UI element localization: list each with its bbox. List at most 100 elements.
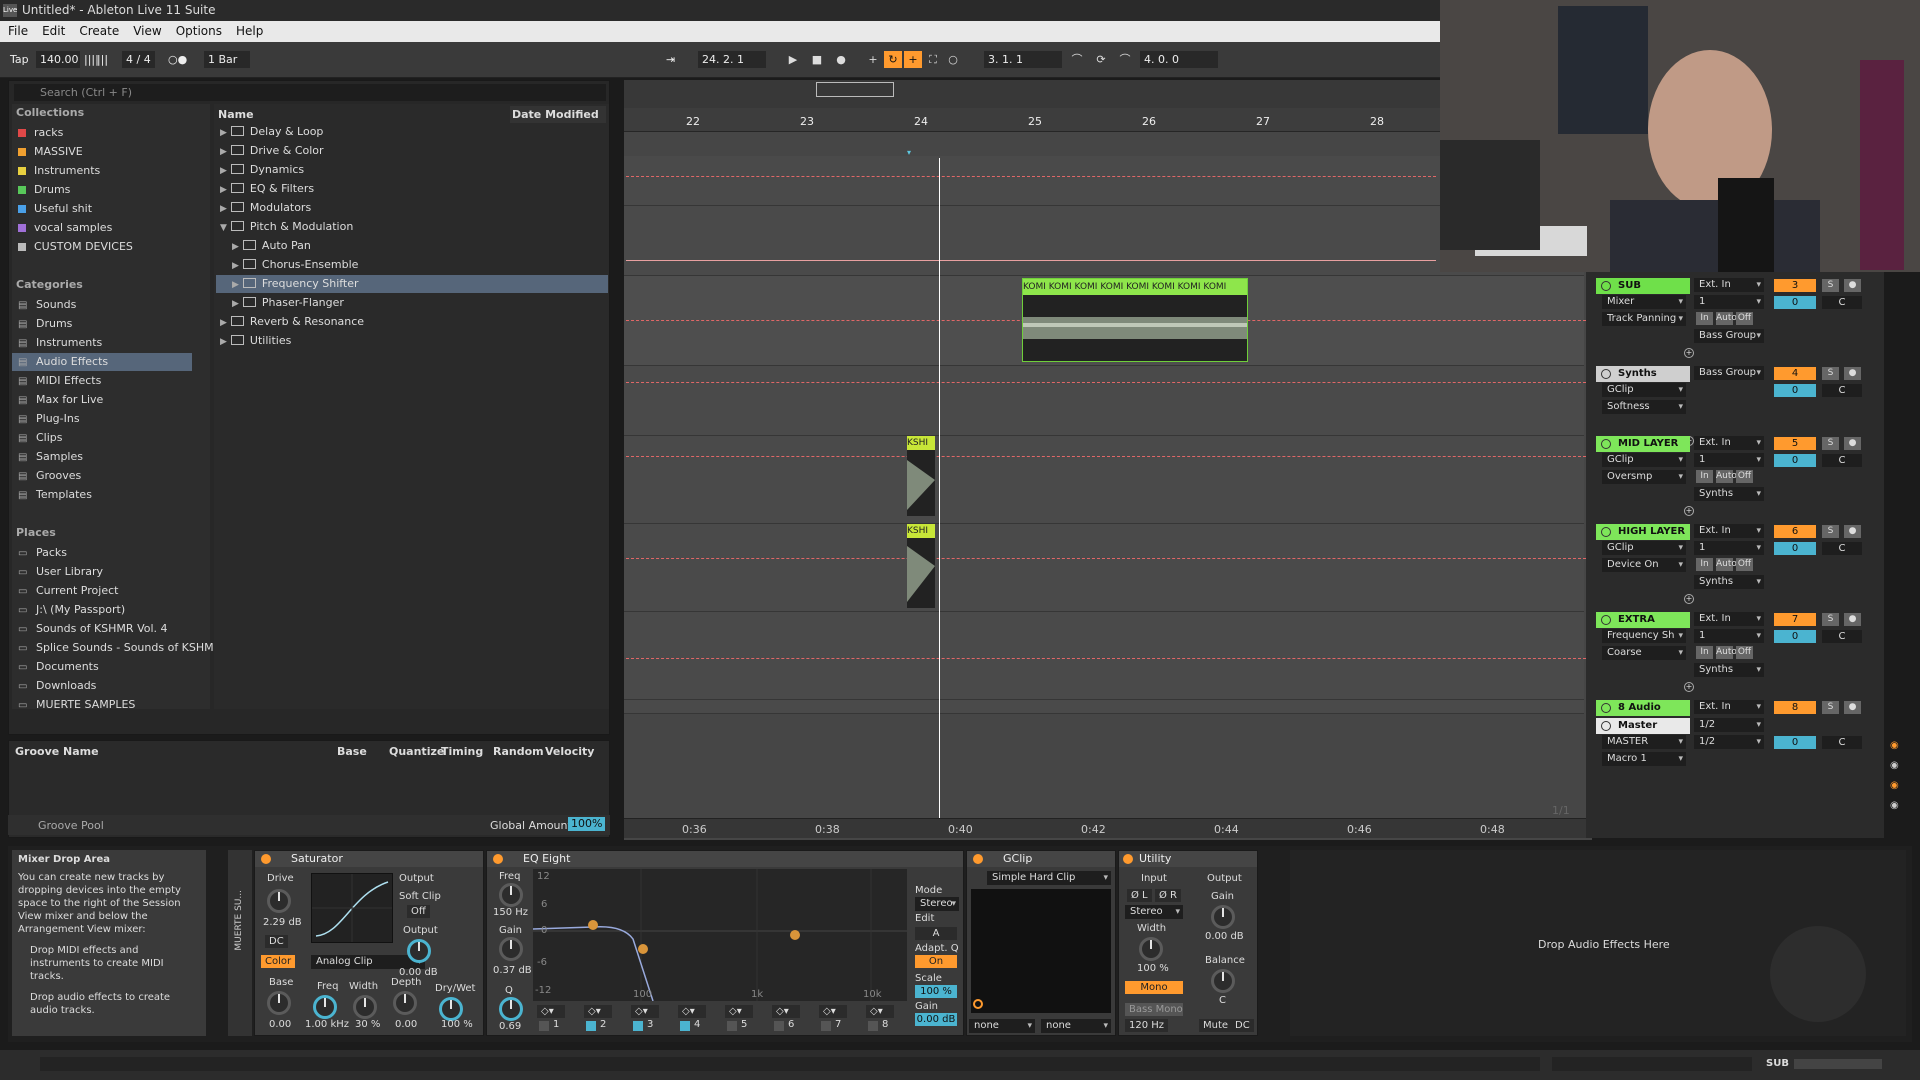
- monitor-auto-button[interactable]: Auto: [1716, 312, 1737, 325]
- parameter-chooser[interactable]: Coarse: [1602, 646, 1686, 660]
- quantize-select[interactable]: 1 Bar: [204, 51, 250, 68]
- solo-button[interactable]: S: [1822, 279, 1839, 292]
- expand-icon[interactable]: ▶: [232, 299, 239, 309]
- solo-button[interactable]: S: [1822, 525, 1839, 538]
- eq-band-point[interactable]: [638, 944, 648, 954]
- eq-filter-type-select[interactable]: ◇▾: [772, 1005, 800, 1018]
- solo-button[interactable]: S: [1822, 613, 1839, 626]
- automation-arm-icon[interactable]: ↻: [884, 51, 902, 68]
- collection-item[interactable]: MASSIVE: [18, 143, 83, 161]
- expand-icon[interactable]: ▶: [232, 261, 239, 271]
- track-activator-button[interactable]: 7: [1774, 613, 1816, 626]
- category-item[interactable]: ▤ Templates: [18, 486, 92, 504]
- mixer-toggle-icon[interactable]: ◉: [1890, 780, 1899, 791]
- depth-knob[interactable]: [393, 991, 417, 1015]
- track-lane-extra[interactable]: [624, 612, 1584, 700]
- file-item[interactable]: ▶ Chorus-Ensemble: [216, 256, 608, 274]
- input-type-select[interactable]: Ext. In: [1694, 524, 1764, 538]
- scale-value[interactable]: 100 %: [915, 985, 957, 998]
- device-chooser[interactable]: Mixer: [1602, 295, 1686, 309]
- loop-start[interactable]: 3. 1. 1: [984, 51, 1062, 68]
- track-lane-high-layer[interactable]: [624, 524, 1584, 612]
- punch-in-icon[interactable]: ⌒: [1068, 51, 1086, 68]
- track-name-header[interactable]: Synths: [1596, 366, 1690, 382]
- file-item[interactable]: ▶ Reverb & Resonance: [216, 313, 608, 331]
- device-power-icon[interactable]: [261, 854, 271, 864]
- file-item[interactable]: ▶ Drive & Color: [216, 142, 608, 160]
- balance-knob[interactable]: [1211, 969, 1235, 993]
- pan-field[interactable]: C: [1822, 454, 1862, 467]
- input-type-select[interactable]: Ext. In: [1694, 700, 1764, 714]
- eq-band-point[interactable]: [790, 930, 800, 940]
- category-item[interactable]: ▤ Instruments: [18, 334, 102, 352]
- track-fold-icon[interactable]: [1601, 721, 1611, 731]
- file-item[interactable]: ▶ Auto Pan: [216, 237, 608, 255]
- eq-band-toggle[interactable]: [821, 1021, 831, 1031]
- track-fold-icon[interactable]: [1601, 369, 1611, 379]
- eq-filter-type-select[interactable]: ◇▾: [819, 1005, 847, 1018]
- rack-chain-bar[interactable]: MUERTE SU...: [228, 850, 252, 1036]
- returns-toggle-icon[interactable]: ◉: [1890, 760, 1899, 771]
- track-fold-icon[interactable]: [1601, 615, 1611, 625]
- volume-field[interactable]: 0: [1774, 736, 1816, 749]
- mode-select[interactable]: Stereo: [915, 897, 959, 911]
- eq-band-point[interactable]: [588, 920, 598, 930]
- overdub-icon[interactable]: +: [864, 51, 882, 68]
- track-name-header[interactable]: 8 Audio: [1596, 700, 1690, 716]
- track-lane-audio[interactable]: [624, 700, 1584, 714]
- category-item[interactable]: ▤ Samples: [18, 448, 83, 466]
- overview-viewport[interactable]: [816, 82, 894, 97]
- eq-band-toggle[interactable]: [680, 1021, 690, 1031]
- phase-right-button[interactable]: Ø R: [1155, 889, 1181, 902]
- column-date-modified[interactable]: Date Modified: [510, 106, 606, 123]
- pan-field[interactable]: C: [1822, 384, 1862, 397]
- monitor-auto-button[interactable]: Auto: [1716, 646, 1737, 659]
- file-item[interactable]: ▶ Delay & Loop: [216, 123, 608, 141]
- expand-icon[interactable]: ▼: [220, 223, 227, 233]
- file-item[interactable]: ▶ Phaser-Flanger: [216, 294, 608, 312]
- input-channel-select[interactable]: 1: [1694, 629, 1764, 643]
- time-signature[interactable]: 4 / 4: [122, 51, 155, 68]
- track-activator-button[interactable]: 3: [1774, 279, 1816, 292]
- arm-button[interactable]: ●: [1844, 701, 1861, 714]
- collection-item[interactable]: racks: [18, 124, 63, 142]
- eq-filter-type-select[interactable]: ◇▾: [537, 1005, 565, 1018]
- input-channel-select[interactable]: 1/2: [1694, 735, 1764, 749]
- eq-filter-type-select[interactable]: ◇▾: [866, 1005, 894, 1018]
- volume-field[interactable]: 0: [1774, 630, 1816, 643]
- file-item[interactable]: ▶ EQ & Filters: [216, 180, 608, 198]
- input-channel-select[interactable]: 1: [1694, 295, 1764, 309]
- eq-band-toggle[interactable]: [539, 1021, 549, 1031]
- arm-button[interactable]: ●: [1844, 279, 1861, 292]
- expand-icon[interactable]: ▶: [232, 280, 239, 290]
- track-name-header[interactable]: HIGH LAYER: [1596, 524, 1690, 540]
- input-type-select[interactable]: Ext. In: [1694, 612, 1764, 626]
- collection-item[interactable]: CUSTOM DEVICES: [18, 238, 133, 256]
- monitor-in-button[interactable]: In: [1696, 558, 1713, 571]
- monitor-auto-button[interactable]: Auto: [1716, 558, 1737, 571]
- track-name-header[interactable]: Master: [1596, 718, 1690, 734]
- place-item[interactable]: ▭ Documents: [18, 658, 99, 676]
- arm-button[interactable]: ●: [1844, 525, 1861, 538]
- category-item[interactable]: ▤ Clips: [18, 429, 63, 447]
- monitor-in-button[interactable]: In: [1696, 312, 1713, 325]
- place-item[interactable]: ▭ Packs: [18, 544, 67, 562]
- bass-mono-button[interactable]: Bass Mono: [1125, 1003, 1183, 1016]
- solo-button[interactable]: S: [1822, 701, 1839, 714]
- mute-button[interactable]: Mute: [1199, 1019, 1233, 1032]
- track-name-header[interactable]: MID LAYER: [1596, 436, 1690, 452]
- menu-edit[interactable]: Edit: [42, 24, 65, 38]
- category-item[interactable]: ▤ MIDI Effects: [18, 372, 101, 390]
- nudge-icon[interactable]: |||‖||: [80, 51, 113, 68]
- pan-field[interactable]: C: [1822, 736, 1862, 749]
- eq-display[interactable]: 12 6 0 -6 -12 100 1k 10k: [532, 869, 907, 1002]
- expand-icon[interactable]: ▶: [220, 166, 227, 176]
- file-item[interactable]: ▶ Dynamics: [216, 161, 608, 179]
- category-item[interactable]: ▤ Audio Effects: [12, 353, 192, 371]
- eq-band-toggle[interactable]: [774, 1021, 784, 1031]
- collection-item[interactable]: Useful shit: [18, 200, 92, 218]
- parameter-chooser[interactable]: Macro 1: [1602, 752, 1686, 766]
- place-item[interactable]: ▭ User Library: [18, 563, 103, 581]
- parameter-chooser[interactable]: Track Panning: [1602, 312, 1686, 326]
- place-item[interactable]: ▭ Downloads: [18, 677, 96, 695]
